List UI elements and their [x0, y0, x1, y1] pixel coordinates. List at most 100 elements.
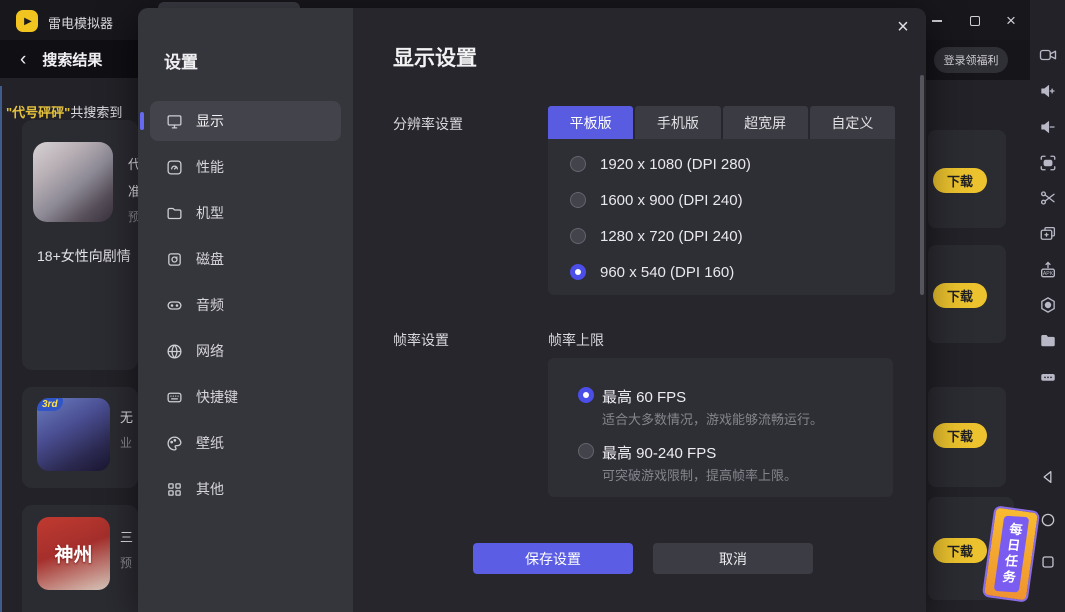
- window-edge: [0, 86, 2, 612]
- tab-tablet[interactable]: 平板版: [548, 106, 633, 139]
- folder-icon: [166, 205, 183, 222]
- search-query: "代号砰砰": [6, 105, 70, 120]
- resolution-tabs: 平板版 手机版 超宽屏 自定义: [548, 106, 895, 139]
- game-card[interactable]: 代 准 预 18+女性向剧情: [22, 120, 138, 370]
- radio-unselected[interactable]: [570, 228, 586, 244]
- close-window-button[interactable]: ×: [996, 12, 1026, 30]
- fullscreen-icon[interactable]: [1039, 154, 1057, 172]
- search-results-header: ‹ 搜索结果: [0, 40, 138, 78]
- game-card[interactable]: 3rd 无 业: [22, 387, 138, 488]
- display-settings-panel: × 显示设置 分辨率设置 平板版 手机版 超宽屏 自定义 1920 x 1080…: [353, 8, 926, 612]
- close-icon[interactable]: ×: [892, 16, 914, 38]
- download-button[interactable]: 下载: [933, 538, 987, 563]
- android-recents-icon[interactable]: [1039, 554, 1056, 571]
- keyboard-icon: [166, 389, 183, 406]
- fps-option-title[interactable]: 最高 90-240 FPS: [602, 442, 716, 463]
- sidebar-item-network[interactable]: 网络: [150, 331, 341, 371]
- globe-icon: [166, 343, 183, 360]
- game-icon: [33, 142, 113, 222]
- resolution-option[interactable]: 960 x 540 (DPI 160): [570, 254, 895, 290]
- sidebar-item-disk[interactable]: 磁盘: [150, 239, 341, 279]
- page-title: 显示设置: [393, 42, 477, 72]
- sidebar-item-label: 网络: [196, 341, 224, 361]
- grid-icon: [166, 481, 183, 498]
- framerate-section-label: 帧率设置: [393, 330, 449, 350]
- sidebar-item-label: 快捷键: [196, 387, 238, 407]
- svg-text:APK: APK: [1042, 271, 1053, 277]
- cancel-button[interactable]: 取消: [653, 543, 813, 574]
- resolution-option[interactable]: 1600 x 900 (DPI 240): [570, 182, 895, 218]
- clipped-text: 三: [120, 527, 133, 546]
- game-card[interactable]: 神州 三 预: [22, 505, 138, 612]
- sidebar-item-display[interactable]: 显示: [150, 101, 341, 141]
- multi-window-icon[interactable]: [1039, 225, 1057, 243]
- app-title: 雷电模拟器: [48, 13, 113, 32]
- clipped-text: 业: [120, 434, 133, 451]
- framerate-options-panel: 最高 60 FPS 适合大多数情况，游戏能够流畅运行。 最高 90-240 FP…: [548, 358, 893, 497]
- login-rewards-button[interactable]: 登录领福利: [934, 47, 1008, 73]
- radio-unselected[interactable]: [578, 443, 594, 459]
- sidebar-item-wallpaper[interactable]: 壁纸: [150, 423, 341, 463]
- back-icon[interactable]: ‹: [20, 50, 26, 69]
- resolution-option[interactable]: 1920 x 1080 (DPI 280): [570, 146, 895, 182]
- fps-option-desc: 可突破游戏限制，提高帧率上限。: [602, 465, 797, 484]
- save-settings-button[interactable]: 保存设置: [473, 543, 633, 574]
- more-options-icon[interactable]: [1039, 368, 1057, 386]
- sidebar-item-shortcuts[interactable]: 快捷键: [150, 377, 341, 417]
- app-logo-icon: ▶: [16, 10, 38, 32]
- settings-modal: 设置 显示 性能 机型 磁盘 音频: [138, 8, 926, 612]
- minimize-button[interactable]: [922, 12, 952, 30]
- folder-icon[interactable]: [1039, 332, 1057, 350]
- apk-install-icon[interactable]: APK: [1038, 261, 1057, 280]
- tab-ultrawide[interactable]: 超宽屏: [723, 106, 808, 139]
- android-home-icon[interactable]: [1039, 512, 1056, 529]
- resolution-option[interactable]: 1280 x 720 (DPI 240): [570, 218, 895, 254]
- fps-option-desc: 适合大多数情况，游戏能够流畅运行。: [602, 409, 823, 428]
- resolution-option-label: 960 x 540 (DPI 160): [600, 264, 734, 281]
- download-button[interactable]: 下载: [933, 283, 987, 308]
- 3rd-badge: 3rd: [37, 398, 63, 411]
- gauge-icon: [166, 159, 183, 176]
- settings-title: 设置: [164, 48, 353, 73]
- download-button[interactable]: 下载: [933, 423, 987, 448]
- tab-custom[interactable]: 自定义: [810, 106, 895, 139]
- search-summary-suffix: 共搜索到: [70, 105, 122, 120]
- radio-selected[interactable]: [570, 264, 586, 280]
- framerate-cap-label: 帧率上限: [548, 330, 604, 350]
- sidebar-item-label: 磁盘: [196, 249, 224, 269]
- sidebar-item-label: 显示: [196, 111, 224, 131]
- radio-unselected[interactable]: [570, 156, 586, 172]
- scrollbar[interactable]: [920, 75, 924, 295]
- audio-icon: [166, 297, 183, 314]
- settings-sidebar: 设置 显示 性能 机型 磁盘 音频: [138, 8, 353, 612]
- game-icon-text: 神州: [37, 517, 110, 590]
- tab-phone[interactable]: 手机版: [635, 106, 720, 139]
- resolution-section-label: 分辨率设置: [393, 114, 463, 134]
- sidebar-item-performance[interactable]: 性能: [150, 147, 341, 187]
- sidebar-item-label: 音频: [196, 295, 224, 315]
- daily-task-label: 每日任务: [997, 522, 1025, 587]
- screen-record-icon[interactable]: [1039, 46, 1057, 64]
- volume-up-icon[interactable]: [1039, 82, 1057, 100]
- radio-selected[interactable]: [578, 387, 594, 403]
- sidebar-item-label: 机型: [196, 203, 224, 223]
- maximize-button[interactable]: [960, 12, 990, 30]
- sidebar-item-label: 壁纸: [196, 433, 224, 453]
- download-button[interactable]: 下载: [933, 168, 987, 193]
- sidebar-item-device-model[interactable]: 机型: [150, 193, 341, 233]
- disk-icon: [166, 251, 183, 268]
- sidebar-item-audio[interactable]: 音频: [150, 285, 341, 325]
- clipped-text: 无: [120, 407, 133, 426]
- volume-down-icon[interactable]: [1039, 118, 1057, 136]
- sidebar-item-label: 性能: [196, 157, 224, 177]
- radio-unselected[interactable]: [570, 192, 586, 208]
- resolution-option-label: 1280 x 720 (DPI 240): [600, 228, 743, 245]
- scissors-icon[interactable]: [1039, 189, 1057, 207]
- android-back-icon[interactable]: [1039, 469, 1056, 486]
- fps-option-title[interactable]: 最高 60 FPS: [602, 386, 686, 407]
- game-icon: 3rd: [37, 398, 110, 471]
- resolution-option-label: 1600 x 900 (DPI 240): [600, 192, 743, 209]
- settings-nut-icon[interactable]: [1039, 296, 1057, 314]
- resolution-option-label: 1920 x 1080 (DPI 280): [600, 156, 751, 173]
- sidebar-item-other[interactable]: 其他: [150, 469, 341, 509]
